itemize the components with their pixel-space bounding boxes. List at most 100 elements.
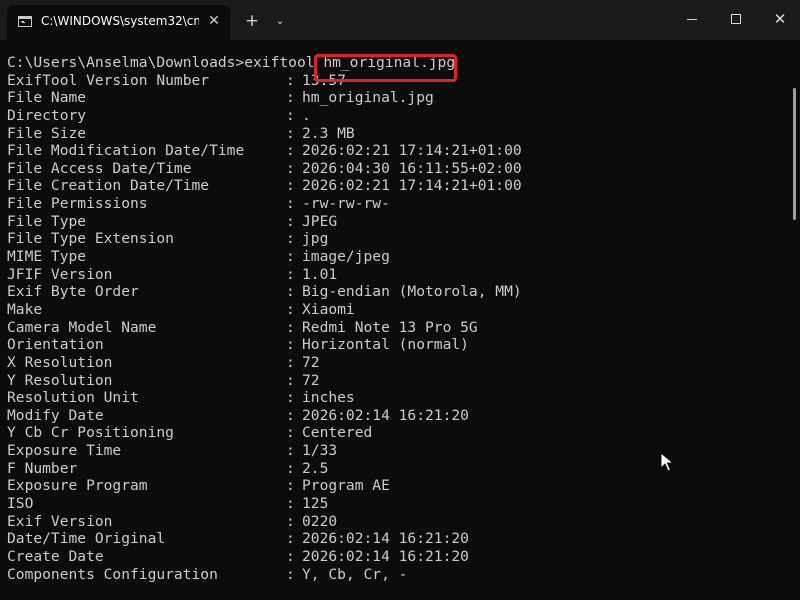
exif-field-label: Resolution Unit xyxy=(7,389,139,407)
exif-row: Camera Model Name: Redmi Note 13 Pro 5G xyxy=(0,319,790,337)
exif-row: File Type: JPEG xyxy=(0,213,790,231)
exif-row: Resolution Unit: inches xyxy=(0,389,790,407)
exif-row: Components Configuration: Y, Cb, Cr, - xyxy=(0,566,790,584)
exif-field-label: File Creation Date/Time xyxy=(7,177,210,195)
field-separator: : xyxy=(286,212,295,230)
field-separator: : xyxy=(286,530,295,548)
terminal-output[interactable]: C:\Users\Anselma\Downloads>exiftool hm_o… xyxy=(0,54,790,600)
exif-field-label: File Type xyxy=(7,212,87,230)
exif-field-label: Make xyxy=(7,300,43,318)
title-bar[interactable]: C:\WINDOWS\system32\cmd. ✕ + ⌄ ✕ xyxy=(0,0,800,40)
command-prompt: C:\Users\Anselma\Downloads> xyxy=(7,54,245,71)
exif-field-value: Program AE xyxy=(302,477,390,495)
close-icon: ✕ xyxy=(773,10,787,28)
exif-field-value: Redmi Note 13 Pro 5G xyxy=(302,318,478,336)
exif-row: File Creation Date/Time:2026:02:21 17:14… xyxy=(0,177,790,195)
exif-row: Modify Date:2026:02:14 16:21:20 xyxy=(0,407,790,425)
exif-field-label: Camera Model Name xyxy=(7,318,157,336)
new-tab-icon[interactable]: + xyxy=(241,11,263,31)
field-separator: : xyxy=(286,124,295,142)
command-text: exiftool xyxy=(244,54,324,71)
field-separator: : xyxy=(286,106,295,124)
exif-row: File Modification Date/Time:2026:02:21 1… xyxy=(0,142,790,160)
field-separator: : xyxy=(286,353,295,371)
field-separator: : xyxy=(286,265,295,283)
field-separator: : xyxy=(286,547,295,565)
exif-row: Date/Time Original:2026:02:14 16:21:20 xyxy=(0,530,790,548)
exif-field-value: 125 xyxy=(302,495,329,513)
exif-field-label: JFIF Version xyxy=(7,265,113,283)
exif-field-label: MIME Type xyxy=(7,248,87,266)
exif-row: Exif Byte Order: Big-endian (Motorola, MM… xyxy=(0,283,790,301)
exif-row: X Resolution:72 xyxy=(0,354,790,372)
exif-row: File Access Date/Time:2026:04:30 16:11:5… xyxy=(0,160,790,178)
exif-field-value: 2026:04:30 16:11:55+02:00 xyxy=(302,159,522,177)
field-separator: : xyxy=(286,71,295,89)
command-argument: hm_original.jpg xyxy=(323,54,456,71)
exif-field-label: File Permissions xyxy=(7,195,148,213)
chevron-down-icon[interactable]: ⌄ xyxy=(269,11,291,31)
exif-field-value: inches xyxy=(302,389,355,407)
exif-row: MIME Type: image/jpeg xyxy=(0,248,790,266)
exif-field-value: 1.01 xyxy=(302,265,338,283)
exif-row: File Type Extension: jpg xyxy=(0,230,790,248)
exif-field-label: File Access Date/Time xyxy=(7,159,192,177)
exif-field-label: Orientation xyxy=(7,336,104,354)
exif-field-value: 2.5 xyxy=(302,459,329,477)
exif-field-value: hm_original.jpg xyxy=(302,89,434,107)
exif-field-value: 2026:02:14 16:21:20 xyxy=(302,530,469,548)
exif-field-label: Directory xyxy=(7,106,87,124)
exif-field-label: ExifTool Version Number xyxy=(7,71,210,89)
field-separator: : xyxy=(286,318,295,336)
exif-row: Create Date:2026:02:14 16:21:20 xyxy=(0,548,790,566)
exif-row: Directory:. xyxy=(0,107,790,125)
scrollbar-thumb[interactable] xyxy=(793,88,796,220)
exif-field-value: 2026:02:21 17:14:21+01:00 xyxy=(302,142,522,160)
exif-field-label: Y Resolution xyxy=(7,371,113,389)
command-prompt-icon xyxy=(18,16,32,27)
terminal-tab[interactable]: C:\WINDOWS\system32\cmd. ✕ xyxy=(7,5,230,40)
exif-output-rows: ExifTool Version Number:13.57 File Name: h… xyxy=(0,72,790,584)
field-separator: : xyxy=(286,177,295,195)
exif-row: Make: Xiaomi xyxy=(0,301,790,319)
exif-field-label: Exposure Time xyxy=(7,442,122,460)
exif-row: JFIF Version:1.01 xyxy=(0,266,790,284)
maximize-button[interactable] xyxy=(714,0,758,38)
exif-field-value: Big-endian (Motorola, MM) xyxy=(302,283,522,301)
exif-row: File Permissions: -rw-rw-rw- xyxy=(0,195,790,213)
exif-field-label: ISO xyxy=(7,495,34,513)
field-separator: : xyxy=(286,406,295,424)
exif-row: Exposure Program: Program AE xyxy=(0,477,790,495)
exif-field-label: Exif Byte Order xyxy=(7,283,139,301)
terminal-window: C:\WINDOWS\system32\cmd. ✕ + ⌄ ✕ C:\User… xyxy=(0,0,800,600)
exif-field-value: 2026:02:14 16:21:20 xyxy=(302,547,469,565)
field-separator: : xyxy=(286,424,295,442)
field-separator: : xyxy=(286,336,295,354)
exif-row: Exif Version:0220 xyxy=(0,513,790,531)
exif-field-label: File Type Extension xyxy=(7,230,174,248)
exif-field-value: image/jpeg xyxy=(302,248,390,266)
field-separator: : xyxy=(286,283,295,301)
field-separator: : xyxy=(286,389,295,407)
exif-field-value: Centered xyxy=(302,424,373,442)
exif-row: Y Cb Cr Positioning: Centered xyxy=(0,424,790,442)
field-separator: : xyxy=(286,495,295,513)
close-window-button[interactable]: ✕ xyxy=(758,0,800,38)
exif-field-value: 2026:02:14 16:21:20 xyxy=(302,406,469,424)
exif-field-label: File Name xyxy=(7,89,87,107)
field-separator: : xyxy=(286,477,295,495)
exif-row: ExifTool Version Number:13.57 xyxy=(0,72,790,90)
exif-field-value: 1/33 xyxy=(302,442,338,460)
field-separator: : xyxy=(286,248,295,266)
tab-title: C:\WINDOWS\system32\cmd. xyxy=(41,14,199,28)
mouse-pointer-icon xyxy=(660,452,674,472)
exif-field-label: Create Date xyxy=(7,547,104,565)
close-tab-icon[interactable]: ✕ xyxy=(205,12,223,30)
minimize-button[interactable] xyxy=(670,0,714,38)
field-separator: : xyxy=(286,230,295,248)
exif-row: File Size:2.3 MB xyxy=(0,125,790,143)
exif-field-value: 13.57 xyxy=(302,71,346,89)
field-separator: : xyxy=(286,512,295,530)
exif-field-value: 2026:02:21 17:14:21+01:00 xyxy=(302,177,522,195)
exif-field-label: F Number xyxy=(7,459,78,477)
